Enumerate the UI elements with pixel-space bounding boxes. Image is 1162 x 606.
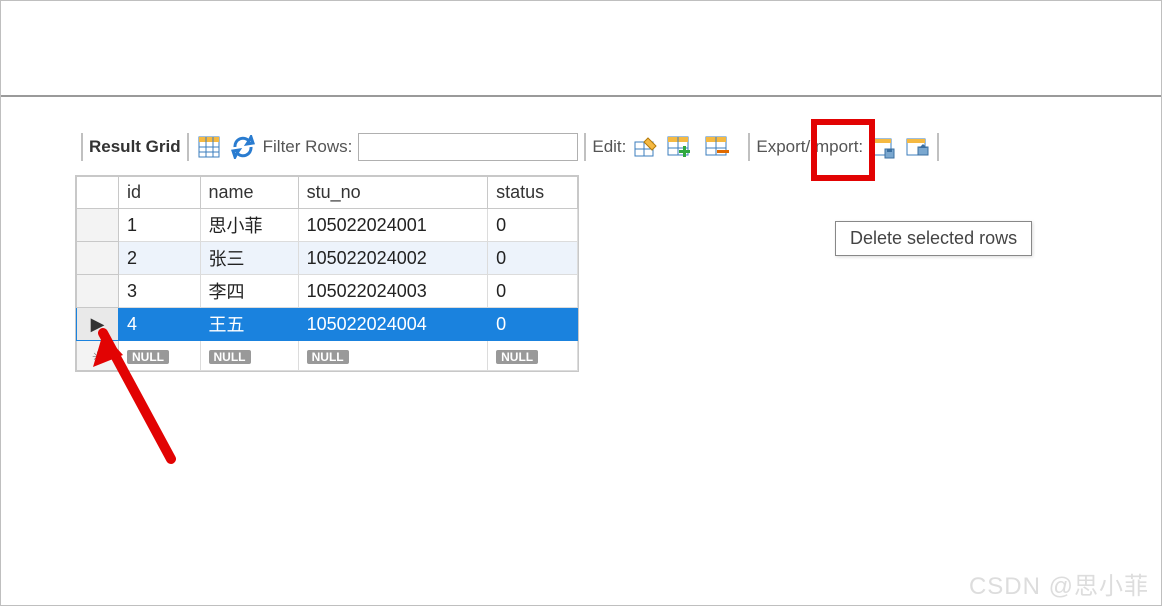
cell-id[interactable]: 4 <box>119 308 201 341</box>
table-row[interactable]: 1思小菲1050220240010 <box>77 209 578 242</box>
query-area-placeholder <box>1 1 1161 97</box>
cell-status[interactable]: 0 <box>488 308 578 341</box>
cell-id[interactable]: 2 <box>119 242 201 275</box>
tooltip-text: Delete selected rows <box>850 228 1017 248</box>
row-gutter[interactable]: ▶ <box>77 308 119 341</box>
separator <box>81 133 83 161</box>
col-name[interactable]: name <box>200 177 298 209</box>
cell-null[interactable]: NULL <box>298 341 488 371</box>
refresh-icon[interactable] <box>229 133 257 161</box>
app-frame: Result Grid Filter Rows: Edit: <box>0 0 1162 606</box>
cell-id[interactable]: 1 <box>119 209 201 242</box>
table-header-row: id name stu_no status <box>77 177 578 209</box>
result-grid-label: Result Grid <box>89 137 181 157</box>
gutter-header <box>77 177 119 209</box>
delete-row-icon[interactable] <box>704 133 732 161</box>
cell-stu_no[interactable]: 105022024004 <box>298 308 488 341</box>
row-gutter[interactable] <box>77 275 119 308</box>
new-row-indicator-icon: ✳ <box>92 349 103 364</box>
null-badge: NULL <box>209 350 251 364</box>
edit-label: Edit: <box>592 137 626 157</box>
cell-stu_no[interactable]: 105022024003 <box>298 275 488 308</box>
import-icon[interactable] <box>903 133 931 161</box>
cell-name[interactable]: 张三 <box>200 242 298 275</box>
cell-stu_no[interactable]: 105022024002 <box>298 242 488 275</box>
cell-null[interactable]: NULL <box>200 341 298 371</box>
cell-name[interactable]: 王五 <box>200 308 298 341</box>
cell-status[interactable]: 0 <box>488 242 578 275</box>
row-gutter[interactable] <box>77 242 119 275</box>
edit-row-icon[interactable] <box>632 133 660 161</box>
separator <box>937 133 939 161</box>
table-row[interactable]: ▶ 4王五1050220240040 <box>77 308 578 341</box>
separator <box>748 133 750 161</box>
table-row-new[interactable]: ✳ NULL NULL NULL NULL <box>77 341 578 371</box>
export-import-label: Export/Import: <box>756 137 863 157</box>
cell-null[interactable]: NULL <box>488 341 578 371</box>
filter-rows-label: Filter Rows: <box>263 137 353 157</box>
grid-view-icon[interactable] <box>195 133 223 161</box>
separator <box>584 133 586 161</box>
row-gutter[interactable]: ✳ <box>77 341 119 371</box>
export-icon[interactable] <box>869 133 897 161</box>
table-row[interactable]: 2张三1050220240020 <box>77 242 578 275</box>
insert-row-icon[interactable] <box>666 133 694 161</box>
cell-name[interactable]: 思小菲 <box>200 209 298 242</box>
result-grid[interactable]: id name stu_no status 1思小菲10502202400102… <box>75 175 579 372</box>
filter-rows-input[interactable] <box>358 133 578 161</box>
cell-status[interactable]: 0 <box>488 209 578 242</box>
col-id[interactable]: id <box>119 177 201 209</box>
result-toolbar: Result Grid Filter Rows: Edit: <box>75 125 1161 169</box>
null-badge: NULL <box>307 350 349 364</box>
delete-rows-tooltip: Delete selected rows <box>835 221 1032 256</box>
row-gutter[interactable] <box>77 209 119 242</box>
null-badge: NULL <box>496 350 538 364</box>
null-badge: NULL <box>127 350 169 364</box>
cell-status[interactable]: 0 <box>488 275 578 308</box>
cell-null[interactable]: NULL <box>119 341 201 371</box>
separator <box>187 133 189 161</box>
col-status[interactable]: status <box>488 177 578 209</box>
watermark: CSDN @思小菲 <box>969 566 1149 601</box>
cell-id[interactable]: 3 <box>119 275 201 308</box>
cell-name[interactable]: 李四 <box>200 275 298 308</box>
col-stu-no[interactable]: stu_no <box>298 177 488 209</box>
current-row-indicator-icon: ▶ <box>91 314 105 334</box>
cell-stu_no[interactable]: 105022024001 <box>298 209 488 242</box>
table-row[interactable]: 3李四1050220240030 <box>77 275 578 308</box>
